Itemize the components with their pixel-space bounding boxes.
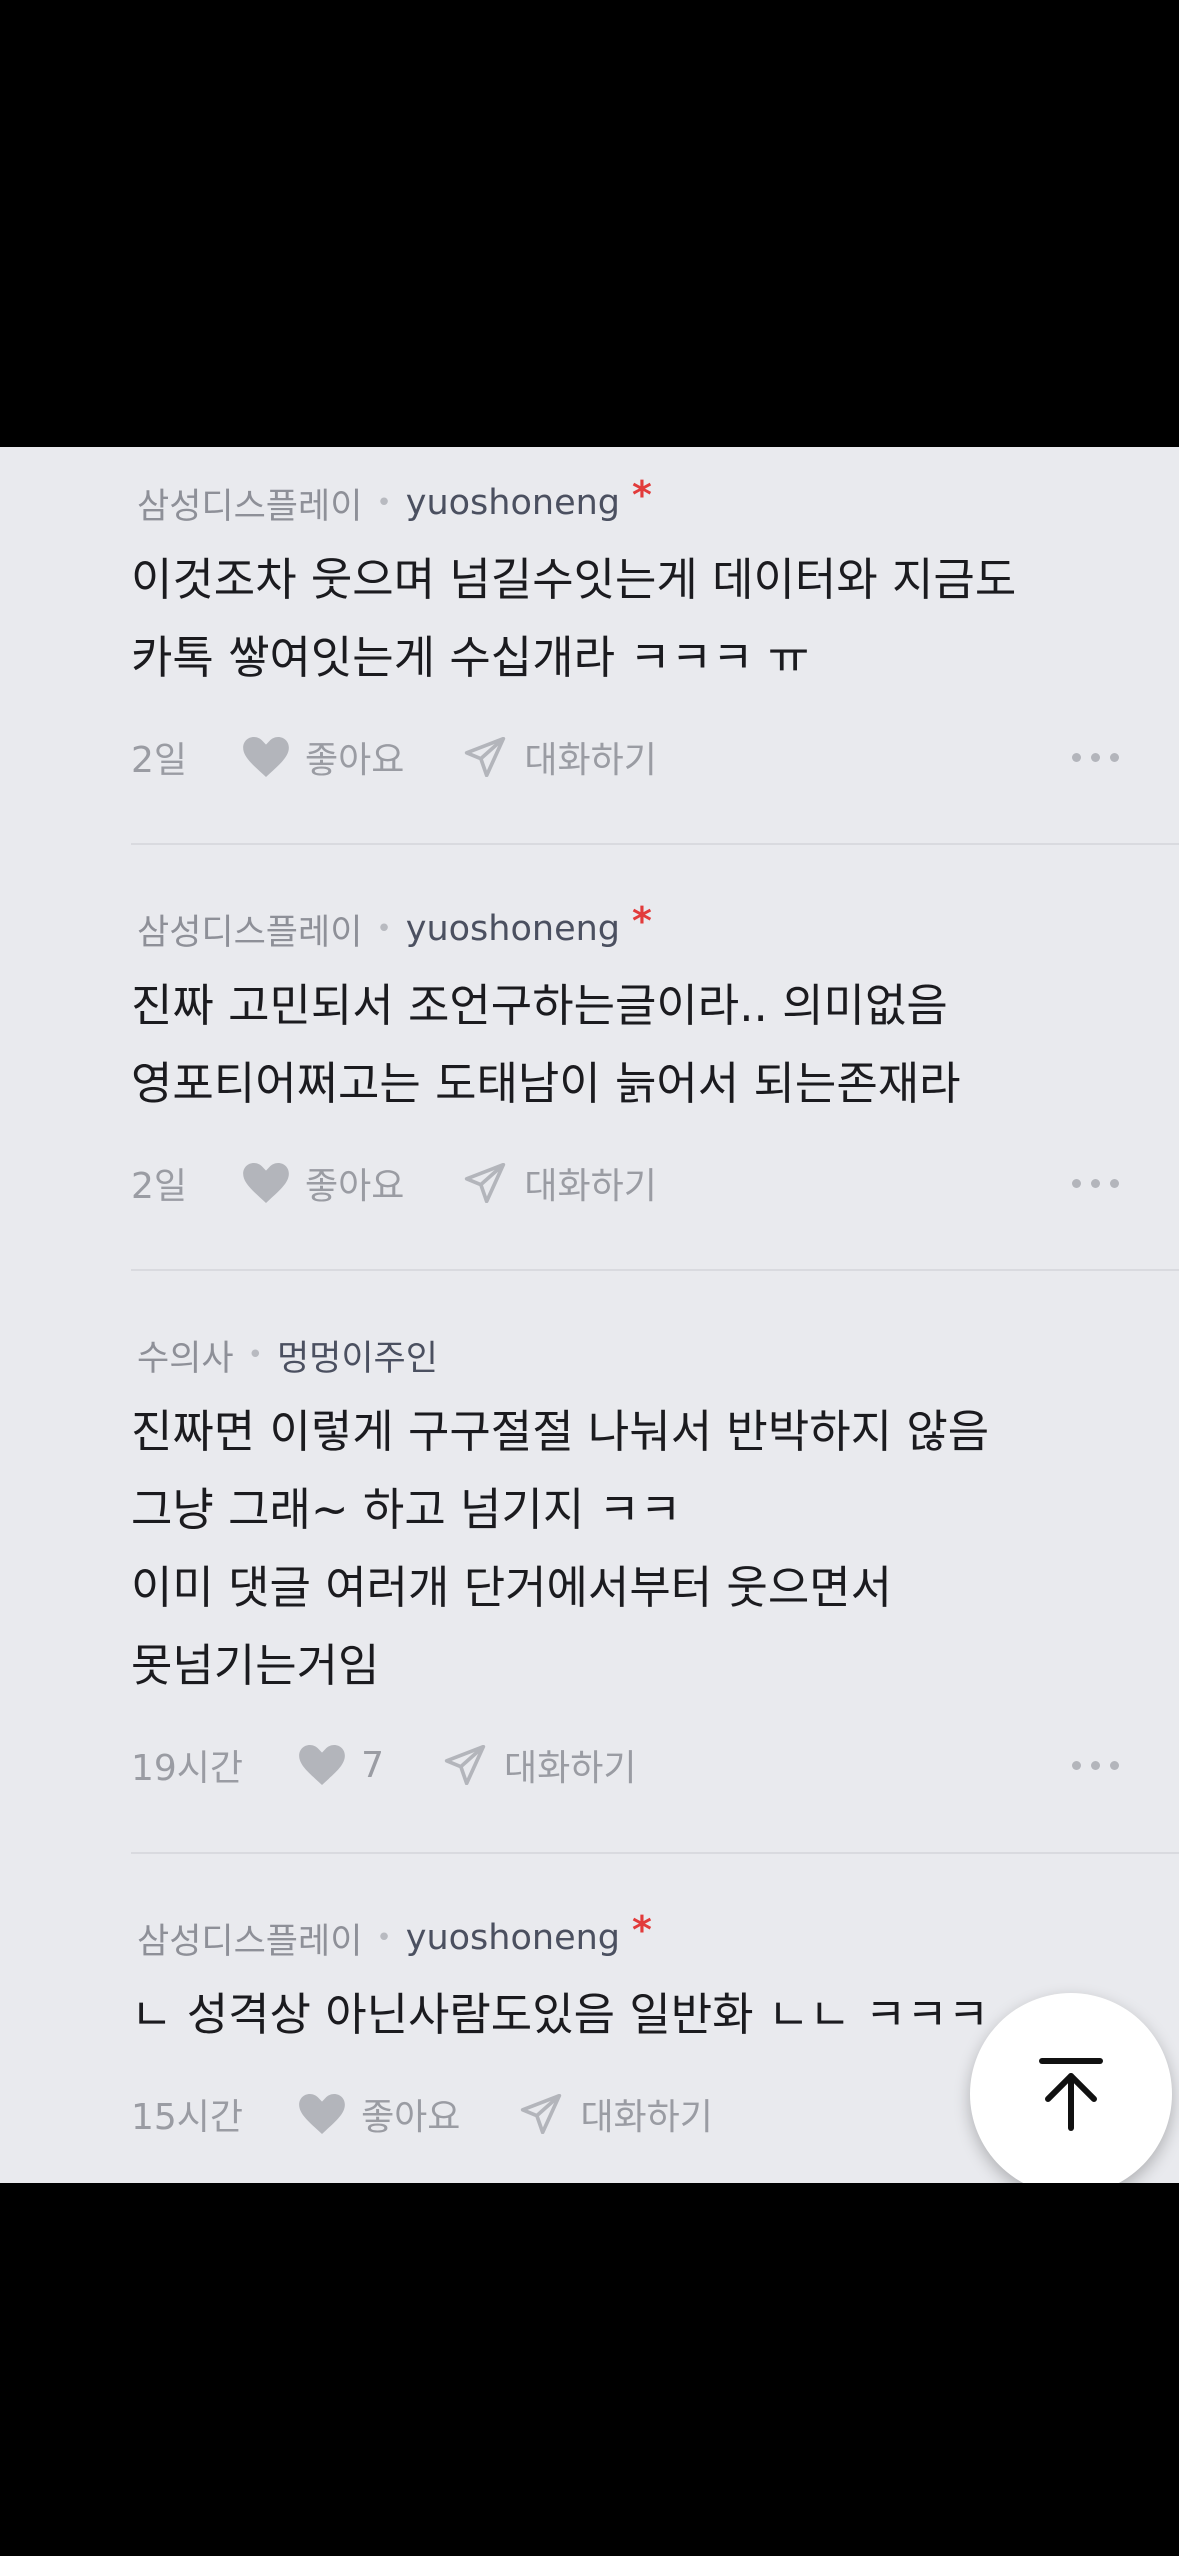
comment-actions: 2일 좋아요 대화하기: [131, 727, 1179, 787]
more-dots-icon[interactable]: [1072, 1745, 1119, 1785]
like-label: 좋아요: [305, 1166, 405, 1207]
comment-time: 2일: [131, 740, 188, 781]
author-nickname[interactable]: 멍멍이주인: [277, 1330, 438, 1381]
paper-plane-icon: [465, 737, 506, 777]
comment-item: 수의사 • 멍멍이주인 진짜면 이렇게 구구절절 나눠서 반박하지 않음 그냥 …: [131, 1327, 1179, 1795]
more-dots-icon[interactable]: [1072, 1163, 1119, 1203]
comment-body: 진짜 고민되서 조언구하는글이라.. 의미없음 영포티어쩌고는 도태남이 늙어서…: [131, 967, 1179, 1123]
reply-label: 대화하기: [503, 1748, 637, 1789]
comment-time: 19시간: [131, 1748, 244, 1789]
paper-plane-icon: [465, 1163, 506, 1203]
author-mark: *: [632, 1908, 652, 1952]
reply-button[interactable]: 대화하기: [464, 731, 657, 783]
comment-actions: 19시간 7 대화하기: [131, 1735, 1179, 1795]
company-name: 삼성디스플레이: [137, 912, 363, 953]
comment-body: 이것조차 웃으며 넘길수잇는게 데이터와 지금도 카톡 쌓여잇는게 수십개라 ㅋ…: [131, 541, 1179, 697]
comment-list[interactable]: 삼성디스플레이 • yuoshoneng * 이것조차 웃으며 넘길수잇는게 데…: [0, 447, 1179, 2183]
paper-plane-icon: [521, 2094, 562, 2134]
comment-body: 진짜면 이렇게 구구절절 나눠서 반박하지 않음 그냥 그래~ 하고 넘기지 ㅋ…: [131, 1393, 1179, 1705]
comment-time: 15시간: [131, 2097, 244, 2138]
comment-line: 영포티어쩌고는 도태남이 늙어서 되는존재라: [131, 1057, 961, 1110]
comment-line: 진짜 고민되서 조언구하는글이라.. 의미없음: [131, 979, 948, 1032]
like-button[interactable]: 좋아요: [243, 731, 404, 783]
like-button[interactable]: 좋아요: [243, 1157, 404, 1209]
separator-dot: •: [376, 1923, 392, 1953]
comment-line: 카톡 쌓여잇는게 수십개라 ㅋㅋㅋ ㅠ: [131, 631, 810, 684]
comment-time: 2일: [131, 1166, 188, 1207]
comment-meta: 삼성디스플레이 • yuoshoneng *: [131, 1908, 1179, 1966]
paper-plane-icon: [444, 1745, 486, 1785]
reply-label: 대화하기: [524, 1166, 657, 1207]
separator-dot: •: [376, 914, 392, 944]
heart-icon: [299, 2094, 345, 2134]
heart-icon: [299, 1745, 345, 1785]
navigation-area: [0, 2183, 1179, 2556]
author-nickname[interactable]: yuoshoneng: [406, 1918, 620, 1958]
company-name: 삼성디스플레이: [137, 1921, 363, 1962]
heart-icon: [243, 737, 289, 777]
status-area: [0, 0, 1179, 447]
comment-line: 못넘기는거임: [131, 1639, 380, 1692]
like-label: 좋아요: [305, 740, 405, 781]
reply-label: 대화하기: [580, 2097, 713, 2138]
comment-line: 그냥 그래~ 하고 넘기지 ㅋㅋ: [131, 1483, 682, 1536]
comment-line: 이미 댓글 여러개 단거에서부터 웃으면서: [131, 1561, 893, 1614]
reply-button[interactable]: 대화하기: [444, 1739, 636, 1791]
comment-actions: 2일 좋아요 대화하기: [131, 1153, 1179, 1213]
author-nickname[interactable]: yuoshoneng: [406, 909, 620, 949]
author-mark: *: [632, 473, 652, 517]
comment-meta: 수의사 • 멍멍이주인: [131, 1327, 1179, 1383]
like-button[interactable]: 좋아요: [299, 2088, 460, 2140]
reply-button[interactable]: 대화하기: [520, 2088, 713, 2140]
scroll-to-top-button[interactable]: [970, 1993, 1172, 2195]
comment-item: 삼성디스플레이 • yuoshoneng * 이것조차 웃으며 넘길수잇는게 데…: [131, 473, 1179, 787]
divider: [131, 1269, 1179, 1271]
separator-dot: •: [247, 1340, 263, 1370]
heart-icon: [243, 1163, 289, 1203]
arrow-up-to-top-icon: [1039, 2058, 1103, 2131]
divider: [131, 843, 1179, 845]
more-dots-icon[interactable]: [1072, 737, 1119, 777]
comment-item: 삼성디스플레이 • yuoshoneng * 진짜 고민되서 조언구하는글이라.…: [131, 899, 1179, 1213]
comment-line: 진짜면 이렇게 구구절절 나눠서 반박하지 않음: [131, 1405, 990, 1458]
separator-dot: •: [376, 488, 392, 518]
company-name: 삼성디스플레이: [137, 486, 363, 527]
like-label: 좋아요: [361, 2097, 461, 2138]
reply-button[interactable]: 대화하기: [464, 1157, 657, 1209]
author-mark: *: [632, 899, 652, 943]
like-count: 7: [361, 1744, 384, 1786]
author-nickname[interactable]: yuoshoneng: [406, 483, 620, 523]
comment-line: 이것조차 웃으며 넘길수잇는게 데이터와 지금도: [131, 553, 1017, 606]
company-name: 수의사: [137, 1338, 234, 1379]
reply-label: 대화하기: [524, 740, 657, 781]
divider: [131, 1852, 1179, 1854]
comment-meta: 삼성디스플레이 • yuoshoneng *: [131, 899, 1179, 957]
comment-meta: 삼성디스플레이 • yuoshoneng *: [131, 473, 1179, 531]
like-button[interactable]: 7: [299, 1745, 384, 1786]
